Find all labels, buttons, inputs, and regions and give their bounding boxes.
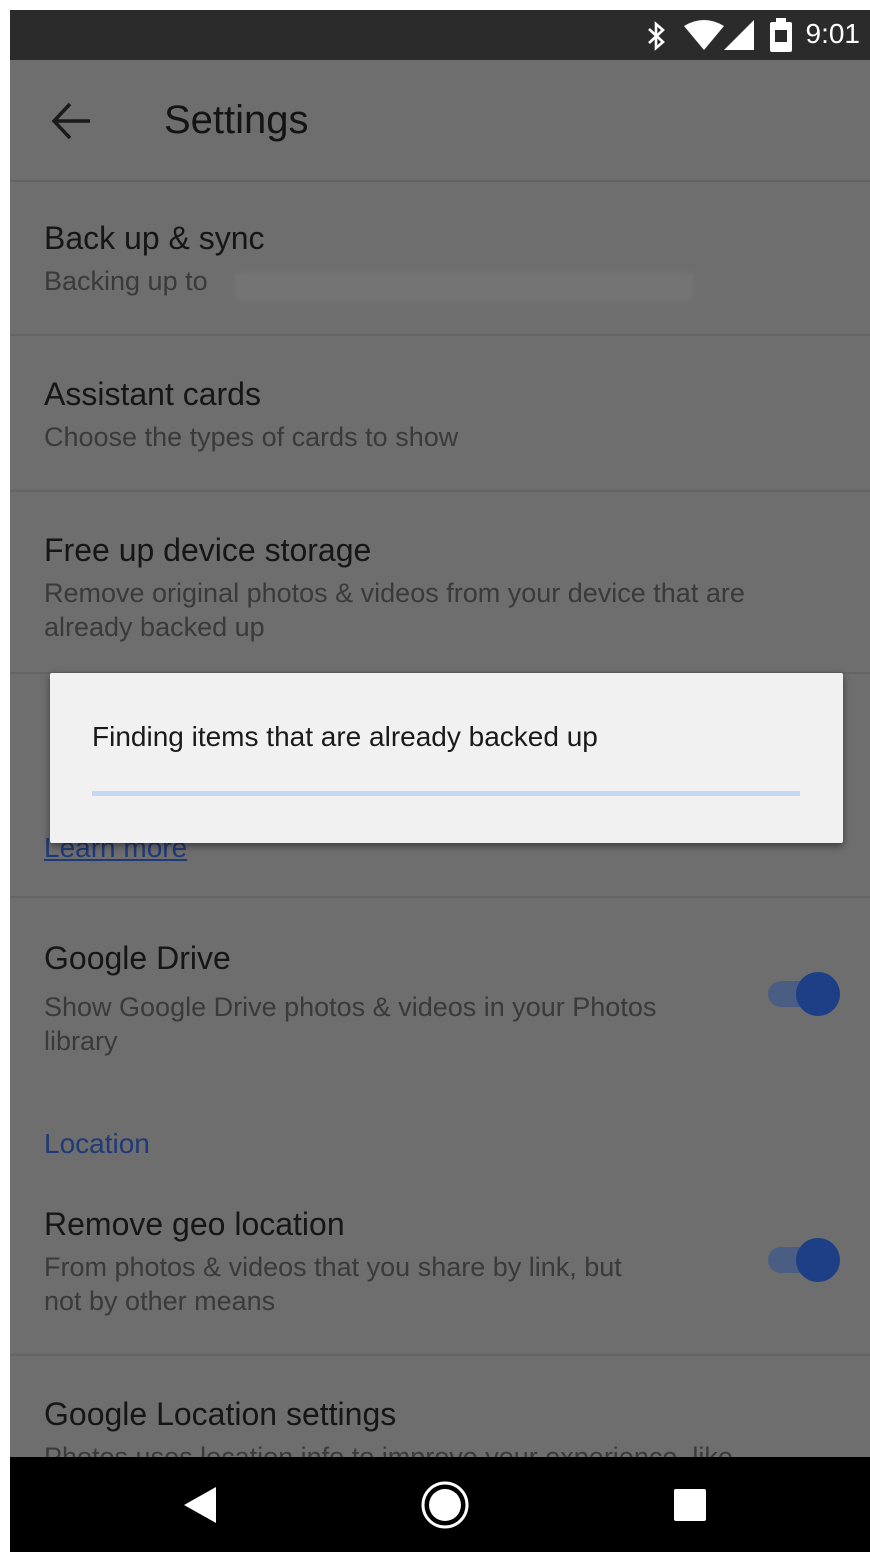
google-drive-toggle[interactable]	[768, 972, 840, 1016]
status-bar: 9:01	[10, 10, 870, 60]
dialog-message: Finding items that are already backed up	[92, 721, 598, 752]
setting-subtitle-line-1: Remove original photos & videos from you…	[44, 578, 745, 608]
clock: 9:01	[805, 18, 861, 49]
redacted-account	[234, 272, 694, 302]
arrow-back-icon[interactable]	[46, 96, 96, 146]
remove-geo-location-toggle[interactable]	[768, 1238, 840, 1282]
setting-title: Remove geo location	[44, 1206, 345, 1242]
wifi-icon	[684, 20, 724, 50]
setting-back-up-sync[interactable]: Back up & sync Backing up to	[10, 182, 870, 336]
setting-google-drive[interactable]: Google Drive Show Google Drive photos & …	[10, 898, 870, 1088]
setting-subtitle: Choose the types of cards to show	[44, 422, 459, 452]
section-header-location: Location	[44, 1128, 150, 1159]
navigation-bar	[10, 1457, 870, 1552]
setting-title: Google Drive	[44, 940, 231, 976]
setting-assistant-cards[interactable]: Assistant cards Choose the types of card…	[10, 336, 870, 492]
setting-google-location[interactable]: Google Location settings Photos uses loc…	[10, 1356, 870, 1472]
signal-icon	[724, 20, 754, 50]
setting-title: Google Location settings	[44, 1396, 397, 1432]
home-circle-icon	[421, 1481, 469, 1528]
setting-subtitle-line-2: library	[44, 1026, 118, 1056]
toggle-knob	[796, 1238, 840, 1282]
progress-bar	[92, 791, 800, 796]
nav-back-button[interactable]	[140, 1457, 260, 1552]
nav-recents-button[interactable]	[630, 1457, 750, 1552]
setting-subtitle-line-2: already backed up	[44, 612, 265, 642]
app-bar: Settings	[10, 60, 870, 182]
setting-subtitle: Backing up to	[44, 266, 208, 296]
setting-title: Back up & sync	[44, 220, 265, 256]
setting-remove-geo-location[interactable]: Remove geo location From photos & videos…	[10, 1180, 870, 1356]
setting-subtitle-line-1: Show Google Drive photos & videos in you…	[44, 992, 657, 1022]
progress-dialog: Finding items that are already backed up	[50, 673, 843, 843]
setting-subtitle-line-1: From photos & videos that you share by l…	[44, 1252, 622, 1282]
battery-icon	[770, 18, 792, 52]
back-triangle-icon	[184, 1486, 216, 1523]
setting-title: Free up device storage	[44, 532, 372, 568]
setting-subtitle-line-2: not by other means	[44, 1286, 276, 1316]
bluetooth-icon	[648, 21, 665, 51]
nav-home-button[interactable]	[385, 1457, 505, 1552]
setting-free-up-storage[interactable]: Free up device storage Remove original p…	[10, 492, 870, 674]
screen: 9:01 Settings Back up & sync Backing up …	[10, 10, 870, 1552]
setting-title: Assistant cards	[44, 376, 261, 412]
recents-square-icon	[674, 1488, 706, 1521]
page-title: Settings	[164, 98, 309, 142]
toggle-knob	[796, 972, 840, 1016]
